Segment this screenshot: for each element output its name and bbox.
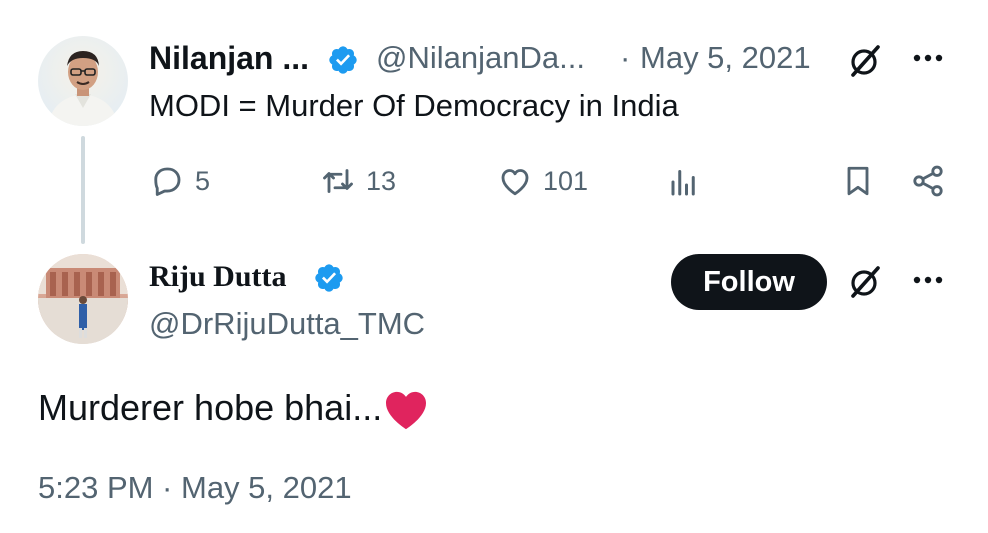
grok-icon[interactable] xyxy=(848,44,882,78)
avatar-photo xyxy=(38,254,128,344)
bookmark-button[interactable] xyxy=(840,163,876,199)
main-author-name[interactable]: Riju Dutta xyxy=(149,260,287,294)
verified-badge-icon xyxy=(329,46,357,74)
reply-count: 5 xyxy=(195,165,211,196)
main-tweet-text: Murderer hobe bhai... xyxy=(38,387,383,428)
more-options-icon[interactable] xyxy=(910,268,946,292)
like-icon xyxy=(501,169,529,196)
grok-icon[interactable] xyxy=(848,265,882,299)
reply-icon xyxy=(154,167,181,196)
share-button[interactable] xyxy=(910,163,946,199)
like-count: 101 xyxy=(543,165,589,196)
thread-connector-line xyxy=(81,136,85,244)
avatar-portrait xyxy=(48,51,118,126)
main-author-avatar[interactable] xyxy=(38,254,128,344)
like-button[interactable]: 101 xyxy=(497,163,588,199)
parent-author-handle[interactable]: @NilanjanDa... xyxy=(376,40,585,76)
views-button[interactable] xyxy=(664,164,700,200)
parent-tweet-text: MODI = Murder Of Democracy in India xyxy=(149,88,679,123)
retweet-count: 13 xyxy=(366,165,397,196)
retweet-button[interactable]: 13 xyxy=(320,163,396,199)
reply-button[interactable]: 5 xyxy=(149,163,210,199)
main-author-handle[interactable]: @DrRijuDutta_TMC xyxy=(149,306,425,342)
red-heart-emoji-icon xyxy=(386,391,427,430)
verified-badge-icon xyxy=(315,264,343,292)
parent-tweet-date[interactable]: May 5, 2021 xyxy=(640,40,811,76)
main-tweet-text-row: Murderer hobe bhai... xyxy=(38,386,428,430)
views-icon xyxy=(671,170,695,196)
share-icon xyxy=(913,165,943,197)
more-options-icon[interactable] xyxy=(910,46,946,70)
parent-author-avatar[interactable] xyxy=(38,36,128,126)
follow-button[interactable]: Follow xyxy=(671,254,827,310)
retweet-icon xyxy=(323,169,353,193)
separator-dot: · xyxy=(620,40,631,75)
bookmark-icon xyxy=(847,166,869,196)
parent-author-name[interactable]: Nilanjan ... xyxy=(149,40,309,77)
tweet-timestamp[interactable]: 5:23 PM · May 5, 2021 xyxy=(38,470,352,506)
